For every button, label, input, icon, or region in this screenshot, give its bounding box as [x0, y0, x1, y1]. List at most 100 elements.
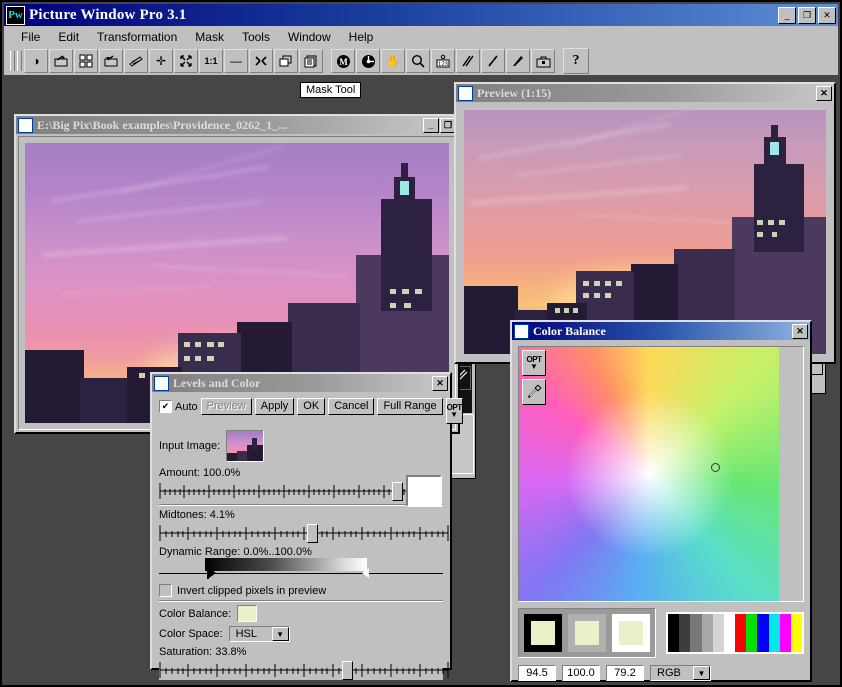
color-picker-icon[interactable] — [356, 49, 380, 73]
swatch-on-white[interactable] — [612, 614, 650, 652]
auto-checkbox[interactable]: ✔ — [159, 400, 172, 413]
menu-bar: File Edit Transformation Mask Tools Wind… — [4, 26, 838, 47]
swatch-on-gray[interactable] — [568, 614, 606, 652]
pan-hand-icon[interactable]: ✋ — [381, 49, 405, 73]
ok-button[interactable]: OK — [297, 398, 326, 415]
menu-item-file[interactable]: File — [12, 28, 49, 46]
dynamic-range-slider[interactable] — [159, 558, 443, 580]
color-balance-opt-button[interactable]: OPT ▼ — [522, 350, 546, 376]
preview-photo[interactable] — [464, 110, 826, 354]
channel-3-field[interactable]: 79.2 — [606, 665, 644, 681]
menu-item-edit[interactable]: Edit — [49, 28, 88, 46]
preview-close-button[interactable]: ✕ — [816, 85, 832, 101]
menu-item-mask[interactable]: Mask — [186, 28, 233, 46]
stack-icon[interactable] — [124, 49, 148, 73]
document-title-bar[interactable]: E:\Big Pix\Book examples\Providence_0262… — [16, 116, 458, 134]
levels-window-icon — [154, 375, 169, 391]
tile-windows-icon[interactable] — [74, 49, 98, 73]
magnifier-icon[interactable] — [406, 49, 430, 73]
zoom-in-icon[interactable] — [249, 49, 273, 73]
crosshair-icon[interactable]: ✛ — [149, 49, 173, 73]
maximize-button[interactable]: ❐ — [798, 6, 816, 24]
color-wheel-marker[interactable] — [710, 462, 720, 472]
fit-window-icon[interactable] — [174, 49, 198, 73]
color-space-value: HSL — [235, 628, 257, 640]
menu-item-help[interactable]: Help — [340, 28, 383, 46]
invert-clipped-checkbox[interactable] — [159, 584, 172, 597]
dynamic-range-axis — [159, 573, 443, 574]
levels-title: Levels and Color — [173, 375, 261, 390]
full-range-button[interactable]: Full Range — [377, 398, 443, 415]
pencil-tool-icon[interactable] — [481, 49, 505, 73]
midtones-slider[interactable] — [159, 523, 449, 543]
contrast-icon[interactable]: ◑ — [24, 49, 48, 73]
zoom-out-icon[interactable]: — — [224, 49, 248, 73]
midtones-label: Midtones: 4.1% — [159, 509, 235, 521]
document-minimize-button[interactable]: _ — [423, 117, 439, 133]
preview-title-bar[interactable]: Preview (1:15) ✕ — [456, 84, 834, 102]
color-space-label: Color Space: — [159, 628, 223, 640]
swatch-group — [518, 608, 656, 658]
channel-1-field[interactable]: 94.5 — [518, 665, 556, 681]
levels-opt-button[interactable]: OPT ▼ — [445, 398, 463, 424]
open-image-icon[interactable] — [49, 49, 73, 73]
color-mode-chevron-down-icon[interactable]: ▼ — [693, 666, 710, 680]
amount-label: Amount: 100.0% — [159, 467, 241, 479]
input-image-label: Input Image: — [159, 440, 221, 452]
color-strip[interactable] — [666, 612, 804, 654]
copy-icon[interactable] — [274, 49, 298, 73]
preview-button[interactable]: Preview — [200, 398, 252, 415]
toolbar-grip[interactable] — [10, 51, 15, 71]
midtones-slider-handle[interactable] — [307, 524, 318, 543]
dynamic-range-label: Dynamic Range: 0.0%..100.0% — [159, 546, 312, 558]
color-space-select[interactable]: HSL ▼ — [228, 626, 290, 642]
color-balance-close-button[interactable]: ✕ — [792, 323, 808, 339]
zoom-one-to-one-icon[interactable]: 1:1 — [199, 49, 223, 73]
dynamic-range-high-handle[interactable] — [362, 568, 369, 578]
application-window: Pw Picture Window Pro 3.1 _ ❐ ✕ File Edi… — [0, 0, 842, 687]
levels-and-color-dialog[interactable]: Levels and Color ✕ ✔ Auto Preview Apply … — [150, 372, 463, 680]
saturation-slider[interactable] — [159, 660, 449, 680]
save-image-icon[interactable] — [99, 49, 123, 73]
menu-item-tools[interactable]: Tools — [233, 28, 279, 46]
clone-window-icon[interactable] — [299, 49, 323, 73]
menu-item-transformation[interactable]: Transformation — [88, 28, 186, 46]
color-balance-title-bar[interactable]: Color Balance ✕ — [512, 322, 810, 340]
color-wheel-tools: OPT ▼ — [522, 350, 546, 408]
toolbar-grip-2[interactable] — [17, 51, 22, 71]
dynamic-range-low-handle[interactable] — [209, 568, 216, 578]
cancel-button[interactable]: Cancel — [328, 398, 375, 415]
apply-button[interactable]: Apply — [254, 398, 295, 415]
color-balance-body: OPT ▼ 94.5 100.0 79.2 RGB ▼ — [514, 342, 808, 681]
levels-close-button[interactable]: ✕ — [432, 375, 448, 391]
brush-tool-icon[interactable] — [506, 49, 530, 73]
numeric-readout-icon[interactable]: 123 — [431, 49, 455, 73]
chevron-down-icon[interactable]: ▼ — [271, 627, 289, 641]
color-balance-label: Color Balance: — [159, 607, 232, 620]
minimize-button[interactable]: _ — [778, 6, 796, 24]
levels-title-bar[interactable]: Levels and Color ✕ — [152, 374, 450, 392]
document-title: E:\Big Pix\Book examples\Providence_0262… — [37, 117, 288, 132]
preview-title: Preview (1:15) — [477, 85, 552, 100]
amount-color-swatch[interactable] — [406, 475, 442, 507]
channel-2-field[interactable]: 100.0 — [562, 665, 600, 681]
saturation-slider-handle[interactable] — [342, 661, 353, 680]
eyedropper-icon[interactable] — [522, 379, 546, 405]
mask-tool-icon[interactable]: M — [331, 49, 355, 73]
input-image-thumbnail[interactable] — [226, 430, 265, 462]
color-mode-select[interactable]: RGB ▼ — [650, 665, 711, 681]
color-wheel-area[interactable]: OPT ▼ — [518, 346, 804, 602]
amount-slider-handle[interactable] — [392, 482, 403, 501]
line-tool-icon[interactable] — [456, 49, 480, 73]
toolbox-icon[interactable] — [531, 49, 555, 73]
color-balance-dialog[interactable]: Color Balance ✕ OPT ▼ 94.5 100.0 79.2 RG… — [510, 320, 812, 682]
close-button[interactable]: ✕ — [818, 6, 836, 24]
levels-opt-arrow-icon: ▼ — [450, 409, 459, 419]
amount-slider[interactable] — [159, 481, 409, 501]
invert-clipped-label: Invert clipped pixels in preview — [177, 584, 327, 597]
menu-item-window[interactable]: Window — [279, 28, 340, 46]
color-balance-swatch[interactable] — [237, 605, 258, 622]
svg-text:M: M — [339, 57, 348, 67]
swatch-on-black[interactable] — [524, 614, 562, 652]
help-icon[interactable]: ? — [563, 48, 589, 74]
